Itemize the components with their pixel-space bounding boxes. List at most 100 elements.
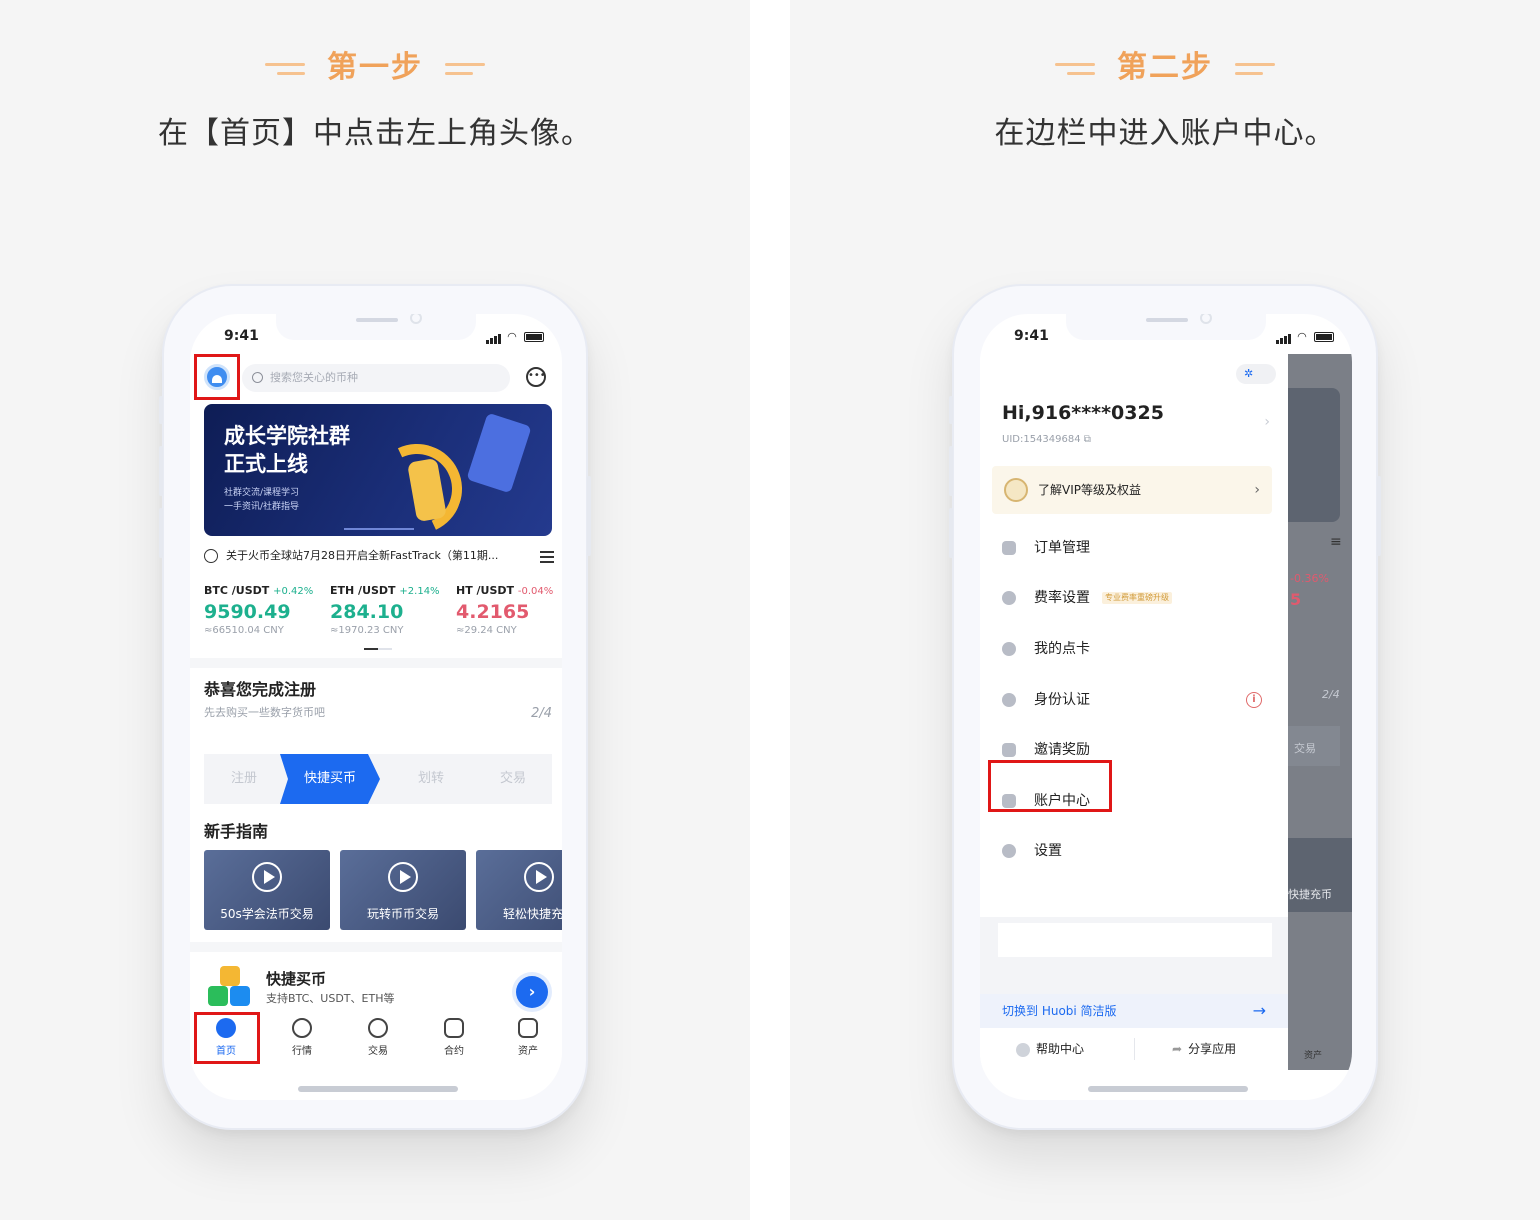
menu-item-identity[interactable]: 身份认证 i	[1002, 685, 1272, 715]
dimmed-change: -0.36%	[1290, 572, 1329, 585]
shield-icon	[1002, 693, 1016, 707]
signal-icon	[485, 331, 502, 344]
video-card[interactable]: 轻松快捷充币	[476, 850, 562, 930]
step-one-heading: 第一步	[0, 42, 750, 86]
status-icons: ◠	[485, 330, 544, 344]
sidebar-screen: 9:41 ◠ ≡ -0.36% 5 2/4 交易 快捷充币 资产 ✲ Hi,91…	[980, 314, 1352, 1100]
drawer-bottom-links: 帮助中心 ➦ 分享应用	[980, 1028, 1288, 1070]
step-trade[interactable]: 交易	[474, 754, 552, 804]
highlight-home-tab	[194, 1012, 260, 1064]
copy-icon[interactable]: ⧉	[1084, 434, 1091, 445]
side-drawer: ✲ Hi,916****0325 UID:154349684 ⧉ › 了解VIP…	[980, 354, 1288, 1070]
tab-market[interactable]: 行情	[272, 1018, 332, 1057]
phone-side-button	[949, 396, 953, 424]
step-transfer[interactable]: 划转	[388, 754, 474, 804]
status-bar: 9:41 ◠	[190, 326, 562, 346]
globe-icon	[204, 549, 218, 563]
status-time: 9:41	[1014, 328, 1049, 344]
arrow-right-icon: →	[1252, 1001, 1266, 1020]
ticker-btc[interactable]: BTC /USDT +0.42% 9590.49 ≈66510.04 CNY	[204, 584, 324, 636]
step-one-panel: 第一步 在【首页】中点击左上角头像。 9:41 ◠ 搜索您关心的币种 ••• 成…	[0, 0, 750, 1220]
status-time: 9:41	[224, 328, 259, 344]
greeting[interactable]: Hi,916****0325	[1002, 402, 1164, 424]
search-input[interactable]: 搜索您关心的币种	[242, 364, 510, 392]
step-two-title: 第二步	[1117, 50, 1213, 85]
ticker-strip: BTC /USDT +0.42% 9590.49 ≈66510.04 CNY E…	[190, 576, 562, 656]
dimmed-trade: 交易	[1294, 742, 1316, 755]
home-indicator	[298, 1086, 458, 1092]
info-icon: i	[1246, 692, 1262, 708]
phone-volume-down	[949, 508, 953, 558]
share-icon: ➦	[1172, 1042, 1183, 1056]
dimmed-asset: 资产	[1304, 1051, 1323, 1061]
tab-assets[interactable]: 资产	[498, 1018, 558, 1057]
dimmed-price: 5	[1290, 590, 1302, 609]
chevron-right-icon[interactable]: ›	[1264, 414, 1270, 430]
phone-volume-down	[159, 508, 163, 558]
highlight-avatar	[194, 354, 240, 400]
theme-toggle[interactable]: ✲	[1236, 364, 1276, 384]
user-uid: UID:154349684 ⧉	[1002, 434, 1091, 445]
battery-icon	[1314, 332, 1334, 342]
quick-buy-card[interactable]: 快捷买币 支持BTC、USDT、ETH等 ›	[204, 962, 552, 1014]
tab-contract[interactable]: 合约	[424, 1018, 484, 1057]
guide-videos: 50s学会法币交易 玩转币币交易 轻松快捷充币	[204, 850, 562, 934]
heading-dash-left	[1055, 57, 1095, 81]
home-screen: 9:41 ◠ 搜索您关心的币种 ••• 成长学院社群 正式上线 社群交流/课程学…	[190, 314, 562, 1100]
play-icon	[252, 862, 282, 892]
point-card-icon	[1002, 642, 1016, 656]
banner-subtitle: 社群交流/课程学习 一手资讯/社群指导	[224, 488, 300, 512]
register-card: 恭喜您完成注册 先去购买一些数字货币吧 2/4	[204, 676, 552, 721]
status-bar: 9:41 ◠	[980, 326, 1352, 346]
ticker-ht[interactable]: HT /USDT -0.04% 4.2165 ≈29.24 CNY	[456, 584, 562, 636]
search-icon	[252, 372, 263, 383]
step-two-heading: 第二步	[790, 42, 1540, 86]
phone-volume-up	[949, 446, 953, 496]
phone-mockup-right: 9:41 ◠ ≡ -0.36% 5 2/4 交易 快捷充币 资产 ✲ Hi,91…	[949, 284, 1381, 1130]
help-center-link[interactable]: 帮助中心	[1016, 1028, 1084, 1070]
document-icon	[444, 1018, 464, 1038]
menu-icon[interactable]	[540, 551, 554, 566]
heading-dash-left	[265, 57, 305, 81]
phone-power-button	[1377, 476, 1381, 556]
step-one-instruction: 在【首页】中点击左上角头像。	[158, 116, 592, 151]
wallet-icon	[518, 1018, 538, 1038]
dimmed-quick: 快捷充币	[1288, 888, 1332, 901]
video-card[interactable]: 玩转币币交易	[340, 850, 466, 930]
phone-side-button	[159, 396, 163, 424]
vip-label: 了解VIP等级及权益	[1038, 483, 1141, 497]
search-placeholder: 搜索您关心的币种	[270, 371, 358, 384]
vip-banner[interactable]: 了解VIP等级及权益 ›	[992, 466, 1272, 514]
ticker-cny: ≈1970.23 CNY	[330, 625, 404, 636]
ticker-price: 9590.49	[204, 601, 291, 623]
menu-item-orders[interactable]: 订单管理	[1002, 533, 1272, 563]
tab-trade[interactable]: 交易	[348, 1018, 408, 1057]
quick-buy-arrow-button[interactable]: ›	[516, 976, 548, 1008]
video-card[interactable]: 50s学会法币交易	[204, 850, 330, 930]
step-quick-buy[interactable]: 快捷买币	[280, 754, 380, 804]
switch-lite-version[interactable]: 切换到 Huobi 简洁版 →	[980, 994, 1288, 1028]
menu-item-point-card[interactable]: 我的点卡	[1002, 634, 1272, 664]
step-register[interactable]: 注册	[204, 754, 284, 804]
share-app-link[interactable]: ➦ 分享应用	[1172, 1028, 1236, 1070]
chevron-right-icon: ›	[1254, 482, 1260, 498]
order-icon	[1002, 541, 1016, 555]
fee-promo-badge: 专业费率重磅升级	[1102, 592, 1172, 604]
guide-title: 新手指南	[204, 822, 269, 841]
highlight-account-center	[988, 760, 1112, 812]
announcement-bar[interactable]: 关于火币全球站7月28日开启全新FastTrack（第11期...	[204, 546, 554, 566]
dimmed-banner	[1288, 388, 1340, 522]
dimmed-home-overlay[interactable]: ≡ -0.36% 5 2/4 交易 快捷充币 资产	[1288, 354, 1352, 1070]
ticker-cny: ≈66510.04 CNY	[204, 625, 284, 636]
message-icon[interactable]: •••	[526, 367, 546, 387]
gift-icon	[1002, 743, 1016, 757]
ticker-eth[interactable]: ETH /USDT +2.14% 284.10 ≈1970.23 CNY	[330, 584, 450, 636]
promo-banner[interactable]: 成长学院社群 正式上线 社群交流/课程学习 一手资讯/社群指导	[204, 404, 552, 536]
play-icon	[388, 862, 418, 892]
menu-item-fee[interactable]: 费率设置 专业费率重磅升级	[1002, 583, 1272, 613]
signal-icon	[1275, 331, 1292, 344]
phone-power-button	[587, 476, 591, 556]
register-progress: 2/4	[531, 706, 552, 721]
menu-item-settings[interactable]: 设置	[1002, 836, 1272, 866]
fee-icon	[1002, 591, 1016, 605]
